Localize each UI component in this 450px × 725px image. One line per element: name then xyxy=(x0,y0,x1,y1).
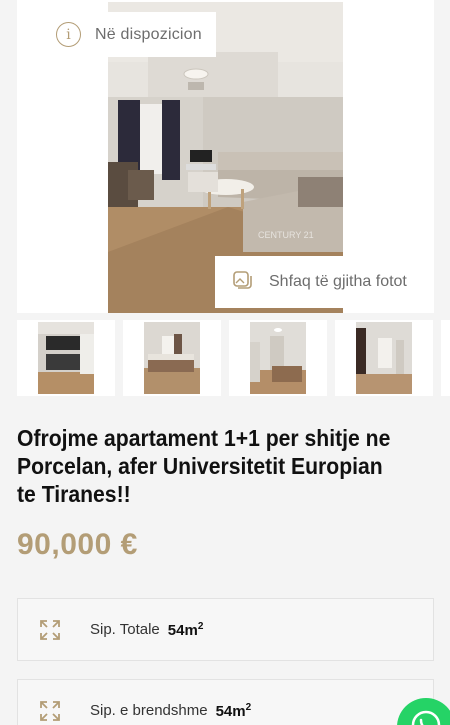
feature-interior-area: Sip. e brendshme 54m2 xyxy=(17,679,434,725)
availability-badge: i Në dispozicion xyxy=(36,12,216,57)
feature-total-area: Sip. Totale 54m2 xyxy=(17,598,434,661)
feature-label: Sip. Totale xyxy=(90,621,160,638)
show-all-photos-button[interactable]: Shfaq të gjitha fotot xyxy=(215,256,434,308)
thumbnail-hallway[interactable] xyxy=(335,320,433,396)
info-icon: i xyxy=(56,22,81,47)
thumbnail-extra[interactable] xyxy=(441,320,450,396)
thumbnail-kitchen[interactable] xyxy=(17,320,115,396)
thumbnail-hallway-bedroom[interactable] xyxy=(229,320,327,396)
expand-icon xyxy=(38,699,62,723)
show-all-photos-label: Shfaq të gjitha fotot xyxy=(269,273,407,290)
feature-value: 54m2 xyxy=(167,620,204,639)
gallery-icon xyxy=(231,268,255,297)
feature-value: 54m2 xyxy=(215,701,252,720)
photo-gallery[interactable]: CENTURY 21 i Në dispozicion Shfaq të gji… xyxy=(17,0,434,313)
listing-title: Ofrojme apartament 1+1 per shitje ne Por… xyxy=(17,425,391,507)
whatsapp-icon xyxy=(411,710,441,725)
availability-label: Në dispozicion xyxy=(95,25,202,43)
thumbnail-bedroom[interactable] xyxy=(123,320,221,396)
listing-price: 90,000 € xyxy=(17,528,138,561)
expand-icon xyxy=(38,618,62,642)
feature-label: Sip. e brendshme xyxy=(90,702,208,719)
watermark-text: CENTURY 21 xyxy=(258,230,314,240)
thumbnail-strip[interactable] xyxy=(17,320,450,396)
